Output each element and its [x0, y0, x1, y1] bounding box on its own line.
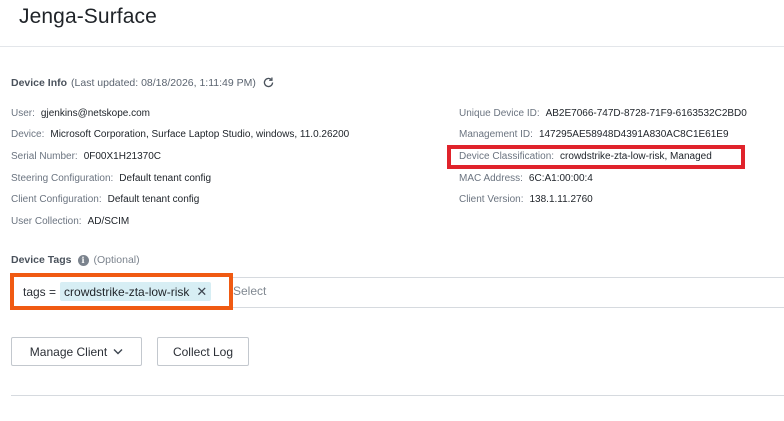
- page-title: Jenga-Surface: [19, 5, 157, 28]
- steering-config-value: Default tenant config: [119, 173, 212, 184]
- last-updated-text: (Last updated: 08/18/2026, 1:11:49 PM): [71, 76, 256, 89]
- client-config-label: Client Configuration:: [11, 194, 102, 205]
- client-config-value: Default tenant config: [107, 194, 200, 205]
- info-row-mac: MAC Address: 6C:A1:00:00:4: [459, 173, 593, 184]
- client-version-label: Client Version:: [459, 194, 524, 205]
- info-icon[interactable]: i: [77, 254, 89, 266]
- serial-number-value: 0F00X1H21370C: [83, 151, 161, 162]
- optional-label: (Optional): [93, 254, 140, 266]
- device-classification-value: crowdstrike-zta-low-risk, Managed: [560, 151, 712, 162]
- management-id-value: 147295AE58948D4391A830AC8C1E61E9: [538, 129, 729, 140]
- info-row-client-version: Client Version: 138.1.11.2760: [459, 194, 593, 205]
- user-collection-label: User Collection:: [11, 216, 82, 227]
- tag-filter-highlight[interactable]: tags = crowdstrike-zta-low-risk ✕: [10, 273, 233, 310]
- mac-address-value: 6C:A1:00:00:4: [528, 173, 593, 184]
- remove-tag-icon[interactable]: ✕: [196, 285, 207, 298]
- tag-key-label: tags =: [23, 284, 57, 299]
- manage-client-label: Manage Client: [29, 344, 108, 359]
- steering-config-label: Steering Configuration:: [11, 173, 114, 184]
- unique-device-id-label: Unique Device ID:: [459, 108, 540, 119]
- info-row-client-config: Client Configuration: Default tenant conf…: [11, 194, 199, 205]
- device-info-header: Device Info (Last updated: 08/18/2026, 1…: [11, 76, 275, 89]
- device-label: Device:: [11, 129, 45, 140]
- manage-client-button[interactable]: Manage Client: [11, 337, 142, 366]
- client-version-value: 138.1.11.2760: [529, 194, 593, 205]
- device-tags-header: Device Tags i (Optional): [11, 254, 140, 266]
- info-row-steering: Steering Configuration: Default tenant co…: [11, 173, 211, 184]
- info-row-device: Device: Microsoft Corporation, Surface La…: [11, 129, 349, 140]
- refresh-icon[interactable]: [262, 76, 275, 89]
- collect-log-button[interactable]: Collect Log: [157, 337, 249, 366]
- device-info-title: Device Info: [11, 76, 68, 89]
- management-id-label: Management ID:: [459, 129, 533, 140]
- info-row-management-id: Management ID: 147295AE58948D4391A830AC8C…: [459, 129, 729, 140]
- page-header: Jenga-Surface: [0, 0, 784, 47]
- user-label: User:: [11, 108, 35, 119]
- device-tags-title: Device Tags: [11, 254, 72, 266]
- info-row-serial: Serial Number: 0F00X1H21370C: [11, 151, 161, 162]
- unique-device-id-value: AB2E7066-747D-8728-71F9-6163532C2BD0: [545, 108, 747, 119]
- chevron-down-icon: [113, 348, 123, 355]
- tag-chip[interactable]: crowdstrike-zta-low-risk ✕: [60, 282, 212, 301]
- serial-number-label: Serial Number:: [11, 151, 78, 162]
- mac-address-label: MAC Address:: [459, 173, 523, 184]
- info-row-classification: Device Classification: crowdstrike-zta-lo…: [459, 151, 712, 162]
- user-value: gjenkins@netskope.com: [40, 108, 151, 119]
- user-collection-value: AD/SCIM: [87, 216, 130, 227]
- info-row-user-collection: User Collection: AD/SCIM: [11, 216, 129, 227]
- tag-chip-label: crowdstrike-zta-low-risk: [64, 284, 190, 299]
- info-row-user: User: gjenkins@netskope.com: [11, 108, 150, 119]
- divider: [11, 395, 784, 396]
- tag-select-input[interactable]: Select: [233, 284, 266, 298]
- collect-log-label: Collect Log: [172, 344, 234, 359]
- device-classification-label: Device Classification:: [459, 151, 555, 162]
- info-row-unique-id: Unique Device ID: AB2E7066-747D-8728-71F9…: [459, 108, 747, 119]
- device-value: Microsoft Corporation, Surface Laptop St…: [50, 129, 350, 140]
